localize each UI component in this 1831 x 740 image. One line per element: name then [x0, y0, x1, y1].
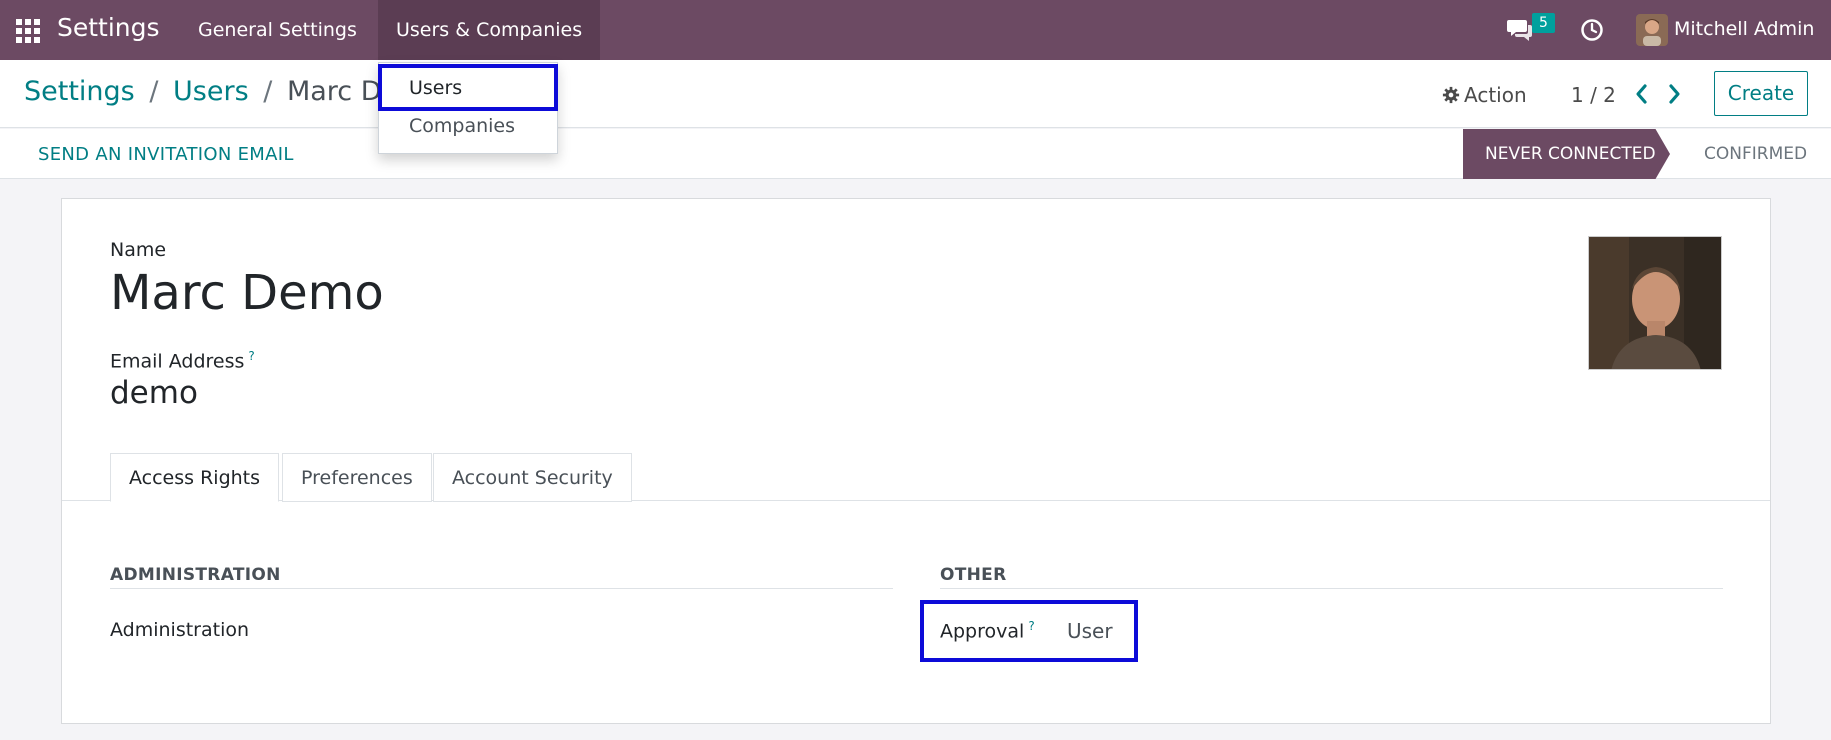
breadcrumb-settings[interactable]: Settings — [24, 76, 135, 107]
menu-general-settings[interactable]: General Settings — [180, 0, 375, 60]
email-label-text: Email Address — [110, 350, 245, 373]
breadcrumb-users[interactable]: Users — [173, 76, 249, 107]
status-bar: SEND AN INVITATION EMAIL NEVER CONNECTED… — [0, 129, 1831, 179]
app-menu-icon[interactable] — [16, 19, 40, 43]
breadcrumb: Settings / Users / Marc De — [24, 76, 398, 107]
approval-select[interactable]: User — [1067, 619, 1113, 643]
name-label: Name — [110, 239, 167, 261]
user-name[interactable]: Mitchell Admin — [1674, 18, 1814, 40]
administration-label: Administration — [110, 619, 250, 641]
email-label: Email Address? — [110, 349, 255, 372]
section-divider — [110, 588, 893, 589]
create-button[interactable]: Create — [1714, 71, 1808, 116]
chat-icon[interactable] — [1506, 17, 1534, 43]
tab-preferences[interactable]: Preferences — [282, 453, 432, 502]
form-tabs: Access Rights Preferences Account Securi… — [62, 453, 1770, 502]
approval-label-text: Approval — [940, 620, 1025, 643]
form-sheet: Name Marc Demo Email Address? demo Acces… — [61, 198, 1771, 724]
menu-users-companies[interactable]: Users & Companies — [378, 0, 601, 60]
pager-value[interactable]: 1 / 2 — [1571, 83, 1616, 107]
users-companies-dropdown: Users Companies — [378, 62, 558, 154]
gear-icon — [1442, 86, 1460, 104]
message-count-badge: 5 — [1532, 13, 1555, 33]
tab-account-security[interactable]: Account Security — [433, 453, 632, 502]
section-other: OTHER — [940, 565, 1007, 585]
dropdown-item-users[interactable]: Users — [409, 77, 462, 99]
action-button[interactable]: Action — [1442, 83, 1527, 107]
help-icon[interactable]: ? — [1028, 619, 1034, 633]
chevron-right-icon[interactable] — [1664, 82, 1684, 106]
name-field[interactable]: Marc Demo — [110, 265, 384, 321]
app-title[interactable]: Settings — [57, 13, 160, 42]
section-administration: ADMINISTRATION — [110, 565, 281, 585]
send-invitation-button[interactable]: SEND AN INVITATION EMAIL — [38, 144, 294, 165]
user-avatar[interactable] — [1636, 14, 1668, 46]
tab-access-rights[interactable]: Access Rights — [110, 453, 280, 502]
stage-confirmed[interactable]: CONFIRMED — [1704, 144, 1807, 164]
dropdown-item-companies[interactable]: Companies — [409, 115, 515, 137]
breadcrumb-separator: / — [263, 76, 273, 107]
email-field[interactable]: demo — [110, 375, 198, 411]
action-label: Action — [1464, 83, 1527, 107]
breadcrumb-separator: / — [149, 76, 159, 107]
chevron-left-icon[interactable] — [1632, 82, 1652, 106]
approval-label: Approval? — [940, 619, 1035, 642]
help-icon[interactable]: ? — [248, 349, 254, 363]
control-panel: Settings / Users / Marc De Action 1 / 2 … — [0, 60, 1831, 128]
activity-clock-icon[interactable] — [1580, 18, 1604, 42]
top-navbar: Settings General Settings Users & Compan… — [0, 0, 1831, 60]
section-divider — [940, 588, 1723, 589]
stage-never-connected[interactable]: NEVER CONNECTED — [1463, 129, 1670, 179]
user-photo[interactable] — [1588, 236, 1722, 370]
